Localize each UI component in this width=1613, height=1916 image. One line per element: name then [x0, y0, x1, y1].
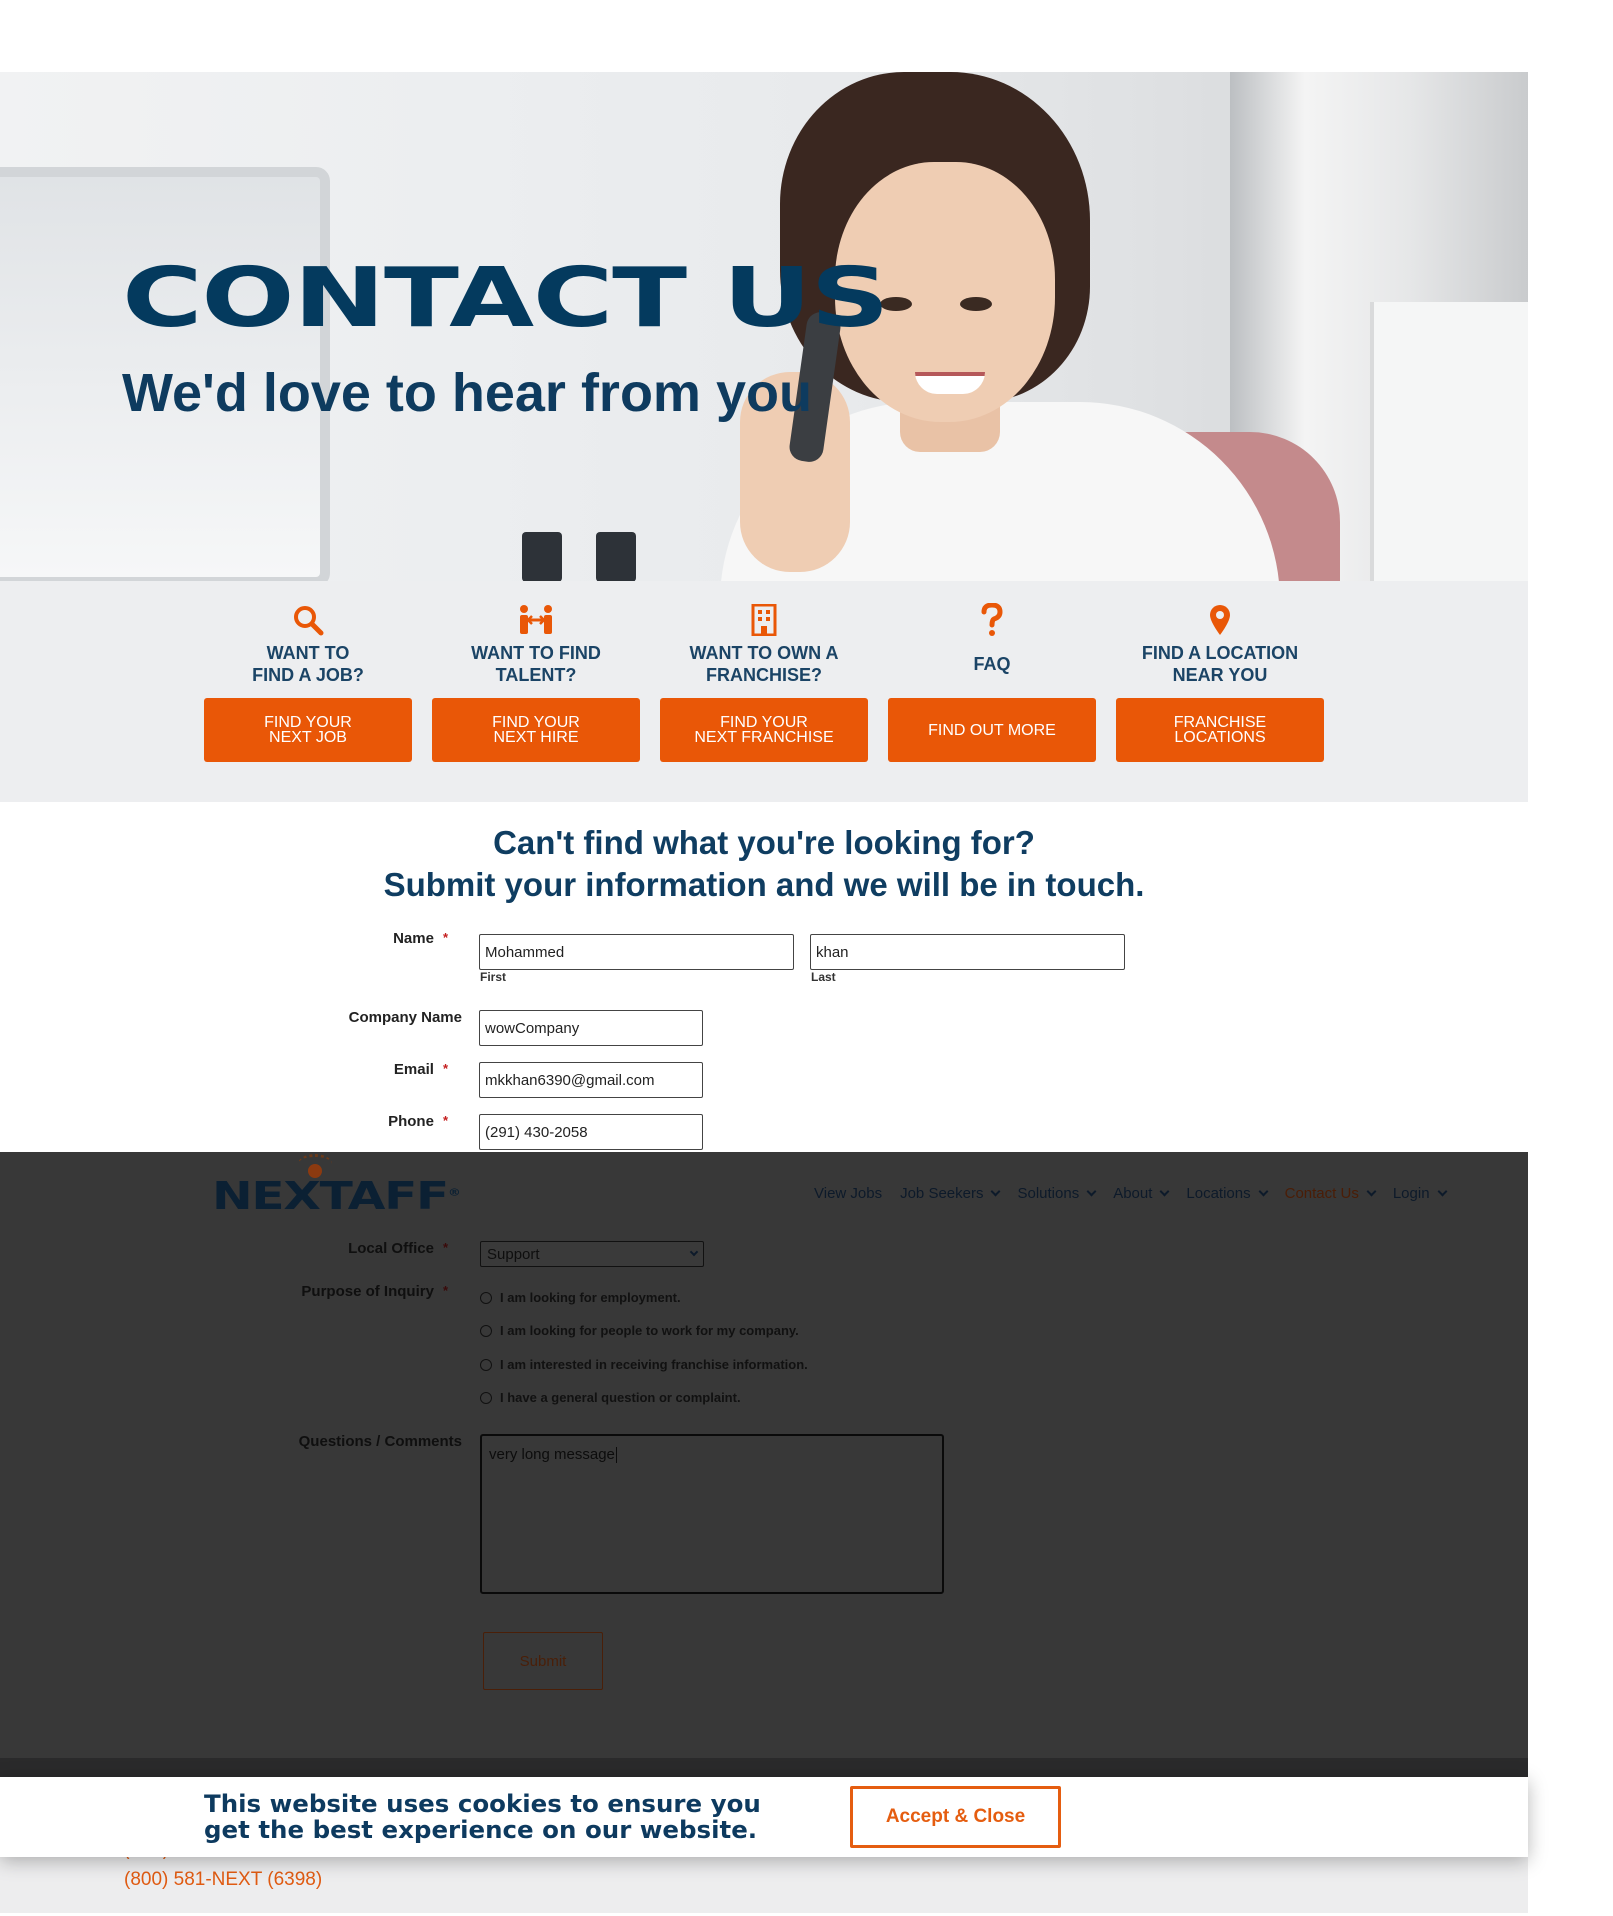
hero-person-eye [960, 297, 992, 311]
last-name-sublabel: Last [811, 970, 836, 984]
page: CONTACT US We'd love to hear from you WA… [0, 0, 1613, 1916]
building-icon [660, 603, 868, 637]
chevron-down-icon [1258, 1186, 1269, 1197]
purpose-option-general[interactable]: I have a general question or complaint. [480, 1390, 741, 1405]
submit-button[interactable]: Submit [483, 1632, 603, 1690]
chevron-down-icon [689, 1247, 699, 1256]
question-icon [888, 603, 1096, 637]
nextaff-logo[interactable]: NEXTAFF® [212, 1154, 482, 1218]
nav-view-jobs[interactable]: View Jobs [814, 1185, 882, 1202]
nav-job-seekers[interactable]: Job Seekers [900, 1185, 1001, 1202]
map-pin-icon [1116, 603, 1324, 637]
chevron-down-icon [1366, 1186, 1377, 1197]
cookie-message: This website uses cookies to ensure you g… [204, 1790, 761, 1844]
name-label: Name * [393, 930, 448, 947]
local-office-label: Local Office * [348, 1240, 448, 1257]
hero-person-smile [915, 372, 985, 394]
purpose-option-employment[interactable]: I am looking for employment. [480, 1290, 681, 1305]
hero-desk-object [522, 532, 562, 581]
cookie-banner: This website uses cookies to ensure you g… [0, 1777, 1528, 1857]
chevron-down-icon [1437, 1186, 1447, 1197]
cta-label: FAQ [973, 654, 1011, 674]
franchise-locations-button[interactable]: FRANCHISE LOCATIONS [1116, 698, 1324, 762]
email-label: Email * [393, 1061, 448, 1078]
text-caret [615, 1447, 617, 1464]
nav-login[interactable]: Login [1393, 1185, 1447, 1202]
last-name-input[interactable]: khan [810, 934, 1125, 970]
chevron-down-icon [1086, 1186, 1097, 1197]
cta-label: WANT TO FIND A JOB? [252, 643, 364, 685]
nav-locations[interactable]: Locations [1186, 1185, 1269, 1202]
first-name-input[interactable]: Mohammed [479, 934, 794, 970]
handshake-people-icon [432, 603, 640, 637]
search-icon [204, 603, 412, 637]
nav-contact-us[interactable]: Contact Us [1285, 1185, 1377, 1202]
content-column: CONTACT US We'd love to hear from you WA… [0, 0, 1528, 1916]
hero-shelf-binder-graphic [1370, 302, 1528, 581]
logo-wordmark: NEXTAFF® [212, 1174, 461, 1218]
radio-button[interactable] [480, 1391, 492, 1404]
first-name-sublabel: First [480, 970, 507, 984]
hero-banner: CONTACT US We'd love to hear from you [0, 72, 1528, 581]
phone-label: Phone * [388, 1113, 448, 1130]
page-title: CONTACT US [122, 251, 890, 346]
cta-label: FIND A LOCATION NEAR YOU [1141, 643, 1299, 685]
cta-label: WANT TO OWN A FRANCHISE? [689, 643, 839, 685]
accept-close-button[interactable]: Accept & Close [850, 1786, 1061, 1848]
email-input[interactable]: mkkhan6390@gmail.com [479, 1062, 703, 1098]
company-name-label: Company Name [348, 1009, 462, 1026]
purpose-option-franchise[interactable]: I am interested in receiving franchise i… [480, 1357, 808, 1372]
find-your-next-hire-button[interactable]: FIND YOUR NEXT HIRE [432, 698, 640, 762]
contact-form-heading: Can't find what you're looking for? Submi… [383, 824, 1145, 903]
radio-button[interactable] [480, 1324, 492, 1337]
purpose-option-hire[interactable]: I am looking for people to work for my c… [480, 1323, 799, 1338]
comments-label: Questions / Comments [298, 1433, 462, 1450]
page-subtitle: We'd love to hear from you [122, 363, 812, 423]
hero-desk-object [596, 532, 636, 581]
radio-button[interactable] [480, 1358, 492, 1371]
find-your-next-job-button[interactable]: FIND YOUR NEXT JOB [204, 698, 412, 762]
cta-band: WANT TO FIND A JOB? FIND YOUR NEXT JOB WAN… [0, 581, 1528, 802]
find-your-next-franchise-button[interactable]: FIND YOUR NEXT FRANCHISE [660, 698, 868, 762]
nav-solutions[interactable]: Solutions [1017, 1185, 1097, 1202]
cta-label: WANT TO FIND TALENT? [471, 643, 601, 685]
nav-about[interactable]: About [1113, 1185, 1170, 1202]
chevron-down-icon [991, 1186, 1001, 1197]
purpose-label: Purpose of Inquiry * [301, 1283, 448, 1300]
local-office-select[interactable]: Support [480, 1241, 704, 1267]
comments-textarea[interactable]: very long message [480, 1434, 944, 1594]
phone-input[interactable]: (291) 430-2058 [479, 1114, 703, 1150]
footer-phone[interactable]: (800) 581-NEXT (6398) [124, 1869, 322, 1891]
main-nav: View Jobs Job Seekers Solutions About Lo… [796, 1185, 1447, 1202]
radio-button[interactable] [480, 1291, 492, 1304]
find-out-more-button[interactable]: FIND OUT MORE [888, 698, 1096, 762]
company-name-input[interactable]: wowCompany [479, 1010, 703, 1046]
chevron-down-icon [1159, 1186, 1170, 1197]
